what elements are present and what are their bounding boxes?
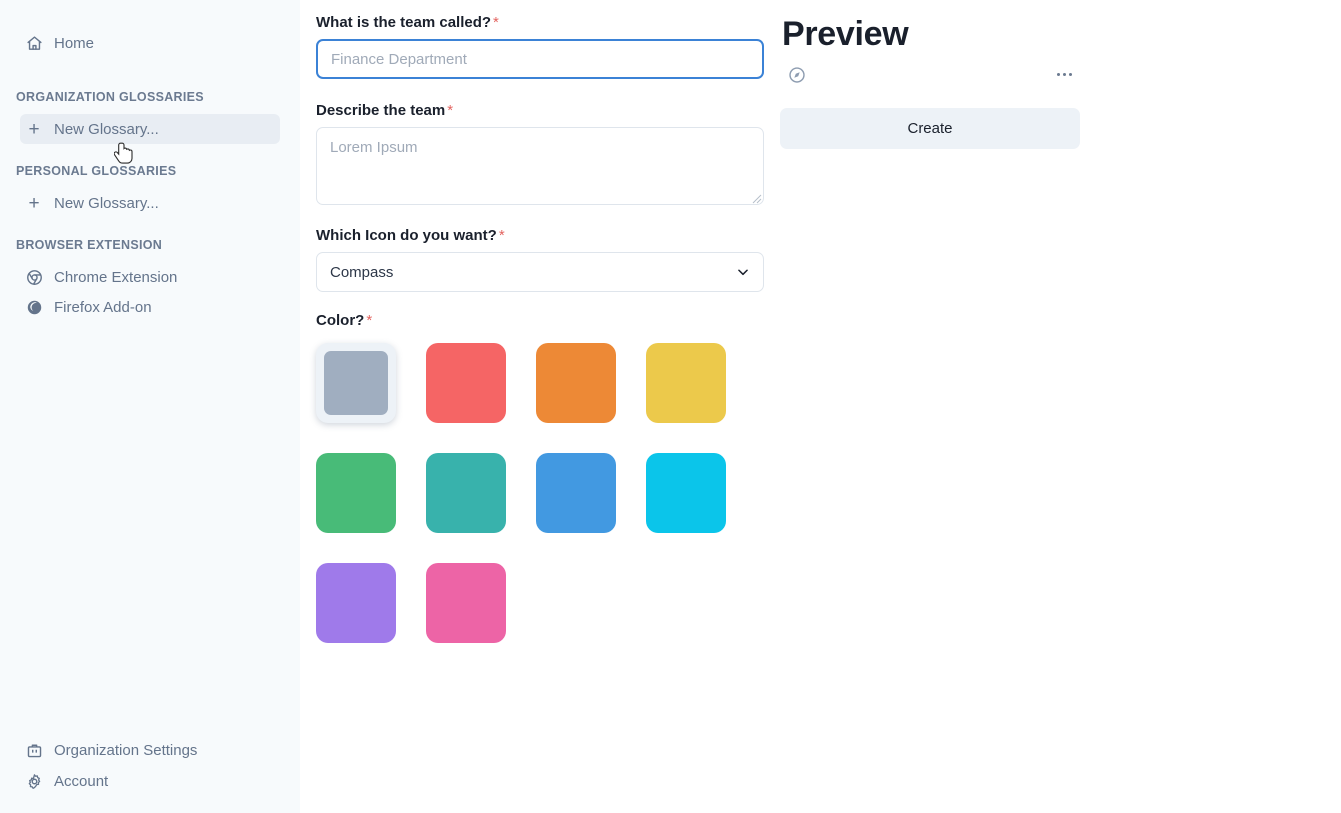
- gear-icon: [24, 772, 44, 792]
- color-swatch-orange[interactable]: [536, 343, 616, 423]
- preview-card: Create: [780, 59, 1080, 149]
- required-marker: *: [493, 14, 499, 31]
- sidebar-section-heading-organization: ORGANIZATION GLOSSARIES: [16, 90, 204, 104]
- description-field-label: Describe the team *: [316, 102, 780, 119]
- sidebar-item-label: Account: [54, 773, 109, 790]
- name-field-label-text: What is the team called?: [316, 14, 492, 31]
- required-marker: *: [366, 312, 373, 329]
- sidebar-section-heading-browser-extension: BROWSER EXTENSION: [16, 238, 163, 252]
- preview-panel: Preview Create: [780, 0, 1341, 813]
- color-field-label: Color? *: [316, 312, 780, 329]
- team-description-textarea[interactable]: [316, 127, 764, 205]
- color-swatch-grid: [316, 343, 764, 643]
- sidebar-item-label: Chrome Extension: [54, 268, 178, 286]
- sidebar-item-label: Home: [54, 34, 95, 52]
- sidebar-item-chrome-extension[interactable]: Chrome Extension: [20, 262, 280, 292]
- compass-icon: [788, 66, 806, 84]
- color-swatch-fill: [324, 351, 388, 415]
- sidebar-section-heading-personal: PERSONAL GLOSSARIES: [16, 164, 177, 178]
- sidebar-item-label: Firefox Add-on: [54, 298, 152, 316]
- sidebar-item-label: New Glossary...: [54, 120, 159, 138]
- create-button[interactable]: Create: [780, 107, 1080, 149]
- sidebar-item-new-glossary-organization[interactable]: + New Glossary...: [20, 114, 280, 144]
- chrome-icon: [24, 267, 44, 287]
- description-field-label-text: Describe the team: [316, 102, 446, 119]
- team-name-input[interactable]: [316, 39, 764, 79]
- color-swatch-yellow[interactable]: [646, 343, 726, 423]
- color-swatch-cyan[interactable]: [646, 453, 726, 533]
- preview-glossary-row[interactable]: [780, 59, 1080, 91]
- home-icon: [24, 33, 44, 53]
- icon-field-label: Which Icon do you want? *: [316, 227, 780, 244]
- briefcase-icon: [24, 741, 44, 761]
- sidebar-item-label: New Glossary...: [54, 194, 159, 212]
- color-field-label-text: Color?: [316, 312, 365, 329]
- icon-select[interactable]: Compass: [316, 252, 764, 292]
- name-field-label: What is the team called? *: [316, 14, 780, 31]
- color-swatch-red[interactable]: [426, 343, 506, 423]
- sidebar-top: Home ORGANIZATION GLOSSARIES + New Gloss…: [0, 0, 300, 322]
- color-swatch-purple[interactable]: [316, 563, 396, 643]
- icon-select-wrap: Compass: [316, 252, 764, 292]
- sidebar-item-account[interactable]: Account: [20, 766, 280, 797]
- app-root: Home ORGANIZATION GLOSSARIES + New Gloss…: [0, 0, 1341, 813]
- plus-icon: +: [28, 118, 40, 140]
- sidebar-item-firefox-addon[interactable]: Firefox Add-on: [20, 292, 280, 322]
- firefox-icon: [24, 297, 44, 317]
- color-swatch-gray[interactable]: [316, 343, 396, 423]
- color-swatch-green[interactable]: [316, 453, 396, 533]
- overflow-menu-icon[interactable]: [1055, 69, 1074, 80]
- description-textarea-wrap: [316, 127, 764, 205]
- color-swatch-pink[interactable]: [426, 563, 506, 643]
- icon-field-label-text: Which Icon do you want?: [316, 227, 497, 244]
- sidebar-item-label: Organization Settings: [54, 742, 198, 759]
- color-swatch-teal[interactable]: [426, 453, 506, 533]
- sidebar-item-organization-settings[interactable]: Organization Settings: [20, 735, 280, 766]
- team-form: What is the team called?* Describe the t…: [300, 0, 780, 813]
- required-marker: *: [447, 102, 454, 119]
- icon-select-value: Compass: [330, 263, 394, 281]
- required-marker: *: [498, 227, 505, 244]
- sidebar: Home ORGANIZATION GLOSSARIES + New Gloss…: [0, 0, 300, 813]
- color-swatch-blue[interactable]: [536, 453, 616, 533]
- sidebar-item-new-glossary-personal[interactable]: + New Glossary...: [20, 188, 280, 218]
- sidebar-item-home[interactable]: Home: [20, 28, 280, 58]
- page-title: Preview: [782, 15, 909, 53]
- sidebar-bottom: Organization Settings Account: [0, 735, 300, 797]
- plus-icon: +: [28, 192, 40, 214]
